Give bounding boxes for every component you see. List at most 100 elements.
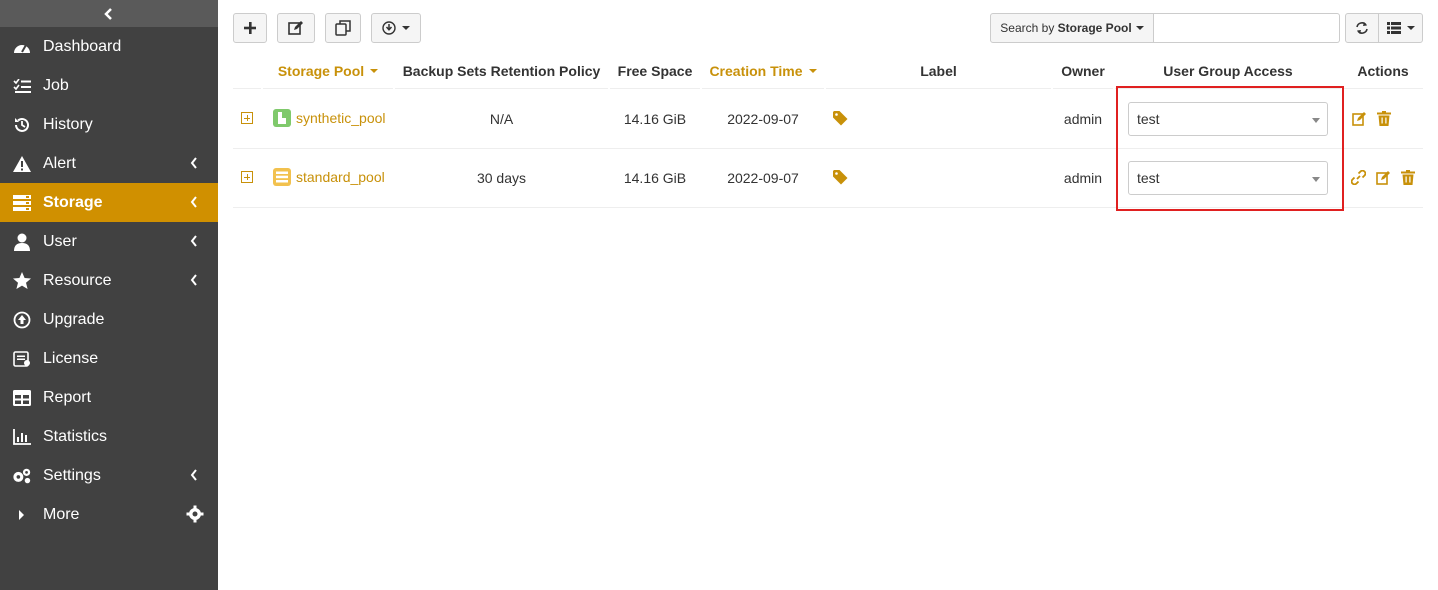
chevron-left-icon (190, 157, 197, 169)
column-label: Storage Pool (277, 62, 365, 79)
copy-button[interactable] (325, 13, 361, 43)
sidebar-item-label: Report (43, 388, 92, 406)
sidebar: Dashboard Job History Alert Storage User… (0, 0, 218, 590)
history-icon (12, 115, 32, 135)
chevron-left-icon (190, 196, 197, 208)
storage-pool-link[interactable]: synthetic_pool (296, 110, 386, 126)
sidebar-item-label: License (43, 349, 99, 367)
edit-button[interactable] (277, 13, 315, 43)
sidebar-item-label: Settings (43, 466, 101, 484)
download-menu-button[interactable] (371, 13, 421, 43)
tag-icon[interactable] (833, 111, 848, 126)
refresh-icon (1356, 22, 1368, 34)
sidebar-item-label: History (43, 115, 93, 133)
chevron-left-icon (190, 469, 197, 481)
sidebar-item-label: User (43, 232, 77, 250)
retention-policy-cell: N/A (489, 111, 514, 127)
sidebar-item-settings[interactable]: Settings (0, 456, 218, 495)
sidebar-item-storage[interactable]: Storage (0, 183, 218, 222)
tag-icon[interactable] (833, 170, 848, 185)
statistics-icon (12, 427, 32, 447)
column-header-expand (233, 53, 261, 89)
column-label: Owner (1061, 62, 1105, 79)
search-group: Search by Storage Pool (990, 13, 1340, 43)
license-icon (12, 349, 32, 369)
storage-icon (12, 193, 32, 213)
delete-icon[interactable] (1377, 111, 1391, 126)
sidebar-item-user[interactable]: User (0, 222, 218, 261)
edit-icon[interactable] (1376, 170, 1391, 185)
search-field-dropdown[interactable]: Search by Storage Pool (990, 13, 1154, 43)
edit-icon (288, 21, 303, 35)
alert-icon (12, 154, 32, 174)
plus-icon (244, 22, 256, 34)
search-input[interactable] (1154, 13, 1340, 43)
link-icon[interactable] (1351, 170, 1366, 185)
sidebar-item-label: Statistics (43, 427, 108, 445)
sidebar-item-job[interactable]: Job (0, 66, 218, 105)
sidebar-collapse-button[interactable] (0, 0, 218, 27)
search-prefix: Search by (1000, 21, 1058, 35)
sidebar-item-label: More (43, 505, 80, 523)
delete-icon[interactable] (1401, 170, 1415, 185)
retention-policy-cell: 30 days (476, 170, 527, 186)
sidebar-item-label: Upgrade (43, 310, 105, 328)
storage-pool-link[interactable]: standard_pool (296, 169, 385, 185)
sidebar-item-upgrade[interactable]: Upgrade (0, 300, 218, 339)
free-space-cell: 14.16 GiB (623, 111, 687, 127)
owner-cell: admin (1063, 170, 1103, 186)
owner-cell: admin (1063, 111, 1103, 127)
sidebar-item-dashboard[interactable]: Dashboard (0, 27, 218, 66)
add-button[interactable] (233, 13, 267, 43)
creation-time-cell: 2022-09-07 (727, 170, 799, 186)
sidebar-item-license[interactable]: License (0, 339, 218, 378)
view-options-button[interactable] (1378, 13, 1423, 43)
expand-row-icon[interactable] (241, 112, 253, 124)
caret-down-icon (1135, 26, 1144, 30)
star-icon (12, 271, 32, 291)
creation-time-cell: 2022-09-07 (727, 111, 799, 127)
column-header-label: Label (826, 53, 1051, 89)
column-label: Actions (1357, 62, 1409, 79)
chevron-left-icon (104, 7, 112, 20)
copy-icon (335, 20, 351, 36)
free-space-cell: 14.16 GiB (623, 170, 687, 186)
sidebar-item-label: Alert (43, 154, 76, 172)
column-header-storage-pool[interactable]: Storage Pool (263, 53, 393, 89)
dashboard-icon (12, 37, 32, 57)
column-header-owner: Owner (1053, 53, 1113, 89)
chevron-left-icon (190, 274, 197, 286)
upgrade-icon (12, 310, 32, 330)
sidebar-item-label: Storage (43, 193, 103, 211)
column-header-free-space: Free Space (610, 53, 700, 89)
expand-row-icon[interactable] (241, 171, 253, 183)
gear-icon[interactable] (186, 505, 204, 523)
sidebar-item-label: Job (43, 76, 69, 94)
edit-icon[interactable] (1352, 111, 1367, 126)
sort-caret-icon (370, 68, 379, 73)
synthetic-pool-icon (273, 109, 291, 127)
column-label: Backup Sets Retention Policy (402, 62, 601, 79)
sidebar-item-resource[interactable]: Resource (0, 261, 218, 300)
column-label: Free Space (617, 62, 693, 79)
sort-caret-icon (808, 68, 817, 73)
sidebar-item-alert[interactable]: Alert (0, 144, 218, 183)
storage-pool-cell[interactable]: standard_pool (273, 167, 385, 187)
column-header-actions: Actions (1343, 53, 1423, 89)
sidebar-item-history[interactable]: History (0, 105, 218, 144)
column-header-retention-policy: Backup Sets Retention Policy (395, 53, 608, 89)
storage-pool-cell[interactable]: synthetic_pool (273, 108, 386, 128)
sidebar-item-label: Dashboard (43, 37, 122, 55)
sidebar-item-label: Resource (43, 271, 112, 289)
column-label: User Group Access (1163, 62, 1293, 79)
caret-down-icon (402, 26, 410, 30)
sidebar-item-report[interactable]: Report (0, 378, 218, 417)
search-field-label: Storage Pool (1057, 21, 1132, 35)
refresh-button[interactable] (1345, 13, 1379, 43)
column-label: Creation Time (709, 62, 803, 79)
column-header-creation-time[interactable]: Creation Time (702, 53, 824, 89)
sidebar-item-more[interactable]: More (0, 495, 218, 534)
sidebar-item-statistics[interactable]: Statistics (0, 417, 218, 456)
download-icon (382, 21, 396, 35)
chevron-left-icon (190, 235, 197, 247)
